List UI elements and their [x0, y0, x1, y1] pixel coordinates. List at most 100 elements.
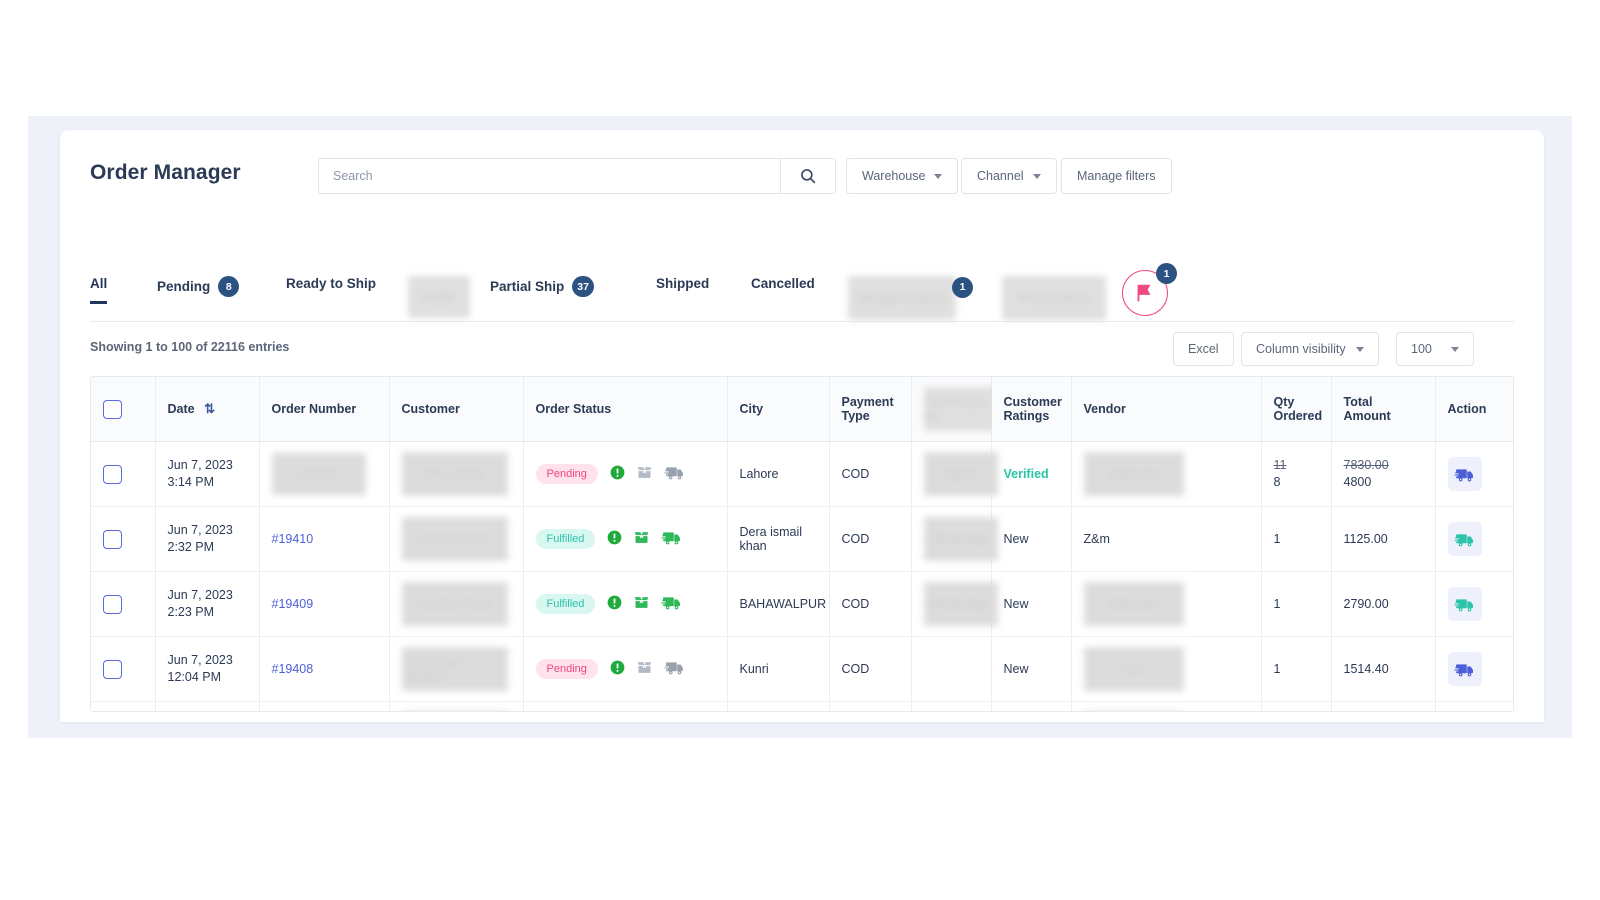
- cell-customer-rating: Verified: [991, 442, 1071, 507]
- order-number-link[interactable]: #19410: [272, 532, 314, 546]
- table-row[interactable]: Jun 7, 20232:32 PM#19410marwa khanFulfil…: [91, 507, 1514, 572]
- th-order-status-label: Order Status: [536, 402, 612, 416]
- shipping-truck-icon[interactable]: [664, 657, 685, 681]
- tab-partial-ship-badge: 37: [572, 276, 594, 297]
- amount-current: 1514.40: [1344, 661, 1423, 678]
- th-total-amount-label: TotalAmount: [1344, 395, 1391, 423]
- th-confirmed-by-label: Confirmed By: [924, 387, 998, 431]
- th-customer[interactable]: Customer: [389, 377, 523, 442]
- cell-order-number[interactable]: #19410: [259, 507, 389, 572]
- screenshot-root: Order Manager Warehouse Channel Manage f…: [0, 0, 1600, 900]
- tab-shipped[interactable]: Shipped: [656, 276, 709, 303]
- package-icon[interactable]: [633, 530, 650, 548]
- cell-payment-type: COD: [829, 637, 911, 702]
- cell-order-number[interactable]: #19408: [259, 637, 389, 702]
- column-visibility-button[interactable]: Column visibility: [1241, 332, 1379, 366]
- tab-flagged-orders[interactable]: 1: [1122, 270, 1168, 316]
- channel-filter-button[interactable]: Channel: [961, 158, 1057, 194]
- manage-filters-button[interactable]: Manage filters: [1061, 158, 1172, 194]
- page-size-select[interactable]: 100: [1396, 332, 1474, 366]
- cell-confirmed-by: WhatsApp: [911, 507, 991, 572]
- package-icon[interactable]: [636, 660, 653, 678]
- table-row[interactable]: Jun 7, 20233:14 PM#19411Mrs. UmarPending…: [91, 442, 1514, 507]
- th-order-status[interactable]: Order Status: [523, 377, 727, 442]
- package-icon[interactable]: [633, 595, 650, 613]
- th-total-amount[interactable]: TotalAmount: [1331, 377, 1435, 442]
- package-icon[interactable]: [636, 465, 653, 483]
- channel-filter-label: Channel: [977, 169, 1024, 183]
- table-header-row: Date ⇅ Order Number Customer Order Statu…: [91, 377, 1514, 442]
- page-title: Order Manager: [90, 161, 241, 185]
- cell-vendor: Z&m: [1071, 507, 1261, 572]
- ship-order-button[interactable]: [1448, 522, 1482, 556]
- cell-action: [1435, 637, 1514, 702]
- qty-original: 11: [1274, 457, 1319, 474]
- search-button[interactable]: [780, 158, 836, 194]
- shipping-truck-icon[interactable]: [661, 527, 682, 551]
- shipping-truck-icon[interactable]: [664, 462, 685, 486]
- chevron-down-icon: [934, 174, 942, 179]
- table-toolbar: Showing 1 to 100 of 22116 entries Excel …: [90, 322, 1514, 376]
- shipping-truck-icon[interactable]: [661, 592, 682, 616]
- alert-icon[interactable]: [610, 660, 625, 678]
- alert-icon[interactable]: [610, 465, 625, 483]
- table-row[interactable]: Jun 7, 20232:23 PM#19409Ayesha KhanFulfi…: [91, 572, 1514, 637]
- order-number-link[interactable]: #19408: [272, 662, 314, 676]
- cell-qty-ordered: 1: [1261, 572, 1331, 637]
- sort-icon[interactable]: ⇅: [204, 401, 215, 416]
- cell-order-number[interactable]: #19409: [259, 572, 389, 637]
- th-order-number[interactable]: Order Number: [259, 377, 389, 442]
- th-city[interactable]: City: [727, 377, 829, 442]
- ship-order-button[interactable]: [1448, 587, 1482, 621]
- warehouse-filter-label: Warehouse: [862, 169, 925, 183]
- ship-order-button[interactable]: [1448, 457, 1482, 491]
- cell-vendor: Rakanaa: [1071, 702, 1261, 713]
- orders-table: Date ⇅ Order Number Customer Order Statu…: [91, 377, 1514, 712]
- row-checkbox[interactable]: [103, 530, 122, 549]
- cell-confirmed-by: WhatsApp: [911, 572, 991, 637]
- row-checkbox[interactable]: [103, 465, 122, 484]
- select-all-checkbox[interactable]: [103, 400, 122, 419]
- cell-date: Jun 7, 20232:32 PM: [155, 507, 259, 572]
- cell-order-number[interactable]: #19407: [259, 702, 389, 713]
- cell-payment-type: COD: [829, 702, 911, 713]
- alert-icon[interactable]: [607, 595, 622, 613]
- th-confirmed-by[interactable]: Confirmed By: [911, 377, 991, 442]
- tab-all[interactable]: All: [90, 276, 107, 303]
- amount-original: 7830.00: [1344, 457, 1423, 474]
- table-row[interactable]: Jun 7, 202312:04 PM#19408Muhmmad Mudasir…: [91, 637, 1514, 702]
- th-vendor-label: Vendor: [1084, 402, 1126, 416]
- th-qty-ordered[interactable]: QtyOrdered: [1261, 377, 1331, 442]
- cell-order-number[interactable]: #19411: [259, 442, 389, 507]
- cell-total-amount: 1514.40: [1331, 637, 1435, 702]
- th-customer-ratings[interactable]: CustomerRatings: [991, 377, 1071, 442]
- date-line-2: 2:23 PM: [168, 604, 247, 621]
- th-date-label: Date: [168, 402, 195, 416]
- tab-partial-ship-label: Partial Ship: [490, 279, 564, 294]
- warehouse-filter-button[interactable]: Warehouse: [846, 158, 958, 194]
- cell-payment-type: COD: [829, 507, 911, 572]
- ship-order-button[interactable]: [1448, 652, 1482, 686]
- th-vendor[interactable]: Vendor: [1071, 377, 1261, 442]
- tab-pending[interactable]: Pending 8: [157, 276, 239, 309]
- search-input[interactable]: [318, 158, 780, 194]
- table-row[interactable]: Jun 7, 202311:34 AM#19407test jiliPendin…: [91, 702, 1514, 713]
- tab-ready-to-ship[interactable]: Ready to Ship: [286, 276, 376, 303]
- orders-table-wrapper: Date ⇅ Order Number Customer Order Statu…: [90, 376, 1514, 712]
- tab-bar: All Pending 8 Ready to Ship Hold Partial…: [90, 258, 1514, 322]
- alert-icon[interactable]: [607, 530, 622, 548]
- th-order-number-label: Order Number: [272, 402, 357, 416]
- th-date[interactable]: Date ⇅: [155, 377, 259, 442]
- row-checkbox[interactable]: [103, 595, 122, 614]
- th-payment-type[interactable]: PaymentType: [829, 377, 911, 442]
- cell-customer: Ayesha Khan: [389, 572, 523, 637]
- date-line-1: Jun 7, 2023: [168, 587, 247, 604]
- order-manager-card: Order Manager Warehouse Channel Manage f…: [60, 130, 1544, 722]
- chevron-down-icon: [1356, 347, 1364, 352]
- order-number-link[interactable]: #19409: [272, 597, 314, 611]
- excel-export-button[interactable]: Excel: [1173, 332, 1234, 366]
- tab-partial-ship[interactable]: Partial Ship 37: [490, 276, 594, 309]
- row-select-cell: [91, 702, 155, 713]
- tab-cancelled[interactable]: Cancelled: [751, 276, 815, 303]
- row-checkbox[interactable]: [103, 660, 122, 679]
